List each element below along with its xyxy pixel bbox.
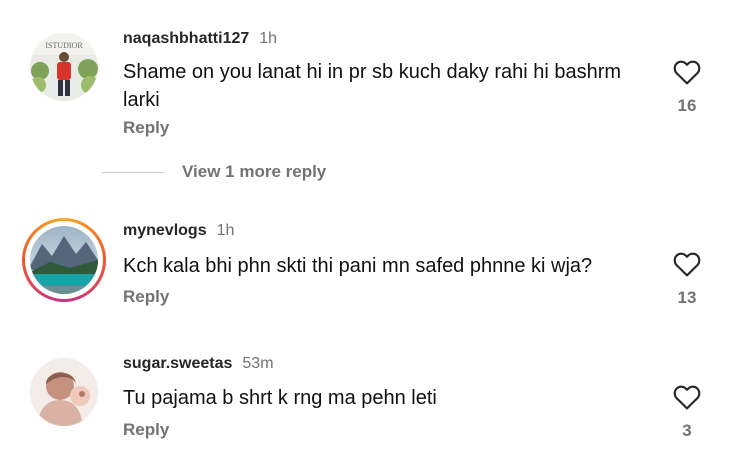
avatar-image: ISTUDIOR bbox=[30, 33, 98, 101]
heart-icon[interactable] bbox=[670, 381, 704, 413]
like-count: 3 bbox=[682, 421, 692, 440]
comment-username[interactable]: mynevlogs bbox=[123, 222, 207, 239]
reply-button[interactable]: Reply bbox=[123, 118, 169, 138]
comment-text: Shame on you lanat hi in pr sb kuch daky… bbox=[123, 61, 622, 111]
avatar-image bbox=[30, 226, 98, 294]
comment-time: 1h bbox=[259, 30, 278, 47]
avatar[interactable]: ISTUDIOR bbox=[30, 33, 98, 101]
comment-username[interactable]: naqashbhatti127 bbox=[123, 30, 249, 47]
comment-username[interactable]: sugar.sweetas bbox=[123, 355, 232, 372]
like-group: 3 bbox=[668, 381, 706, 441]
avatar[interactable] bbox=[30, 226, 98, 294]
comment-time: 53m bbox=[242, 355, 274, 372]
story-ring[interactable] bbox=[22, 218, 106, 302]
like-group: 16 bbox=[668, 56, 706, 116]
comment-text: Kch kala bhi phn skti thi pani mn safed … bbox=[123, 255, 593, 277]
like-count: 16 bbox=[677, 96, 697, 115]
comment-time: 1h bbox=[216, 222, 235, 239]
heart-icon[interactable] bbox=[670, 248, 704, 280]
like-count: 13 bbox=[677, 288, 697, 307]
comment-meta: mynevlogs 1h bbox=[123, 222, 234, 240]
comment-meta: sugar.sweetas 53m bbox=[123, 355, 274, 373]
divider-line bbox=[102, 172, 164, 173]
view-more-replies-label[interactable]: View 1 more reply bbox=[182, 162, 326, 182]
avatar[interactable] bbox=[30, 358, 98, 426]
reply-button[interactable]: Reply bbox=[123, 287, 169, 307]
avatar-image bbox=[30, 358, 98, 426]
reply-button[interactable]: Reply bbox=[123, 420, 169, 440]
comment-text: Tu pajama b shrt k rng ma pehn leti bbox=[123, 387, 437, 409]
heart-icon[interactable] bbox=[670, 56, 704, 88]
avatar-logo-text: ISTUDIOR bbox=[45, 41, 83, 50]
comment-meta: naqashbhatti127 1h bbox=[123, 30, 277, 48]
like-group: 13 bbox=[668, 248, 706, 308]
